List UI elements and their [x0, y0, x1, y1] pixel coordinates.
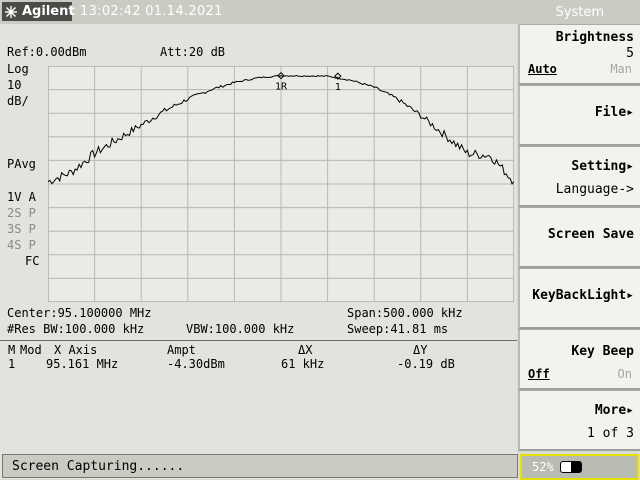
softkey-keybacklight-label: KeyBackLight▸	[532, 288, 634, 303]
softkey-setting-label: Setting▸	[571, 159, 634, 174]
col-m: M	[8, 343, 16, 357]
brightness-man-option[interactable]: Man	[610, 62, 632, 76]
softkey-screen-save[interactable]: Screen Save	[518, 207, 640, 268]
fc-indicator: FC	[25, 254, 40, 268]
brightness-value: 5	[626, 46, 634, 61]
ref-level: Ref:0.00dBm	[7, 45, 87, 59]
softkey-more-label: More▸	[594, 403, 634, 418]
row-1-ampt: -4.30dBm	[167, 357, 225, 371]
trace-3: 3S P	[7, 222, 36, 236]
softkey-keybacklight[interactable]: KeyBackLight▸	[518, 268, 640, 329]
sweep-time: Sweep:41.81 ms	[347, 322, 449, 336]
softkey-screen-save-label: Screen Save	[547, 227, 634, 242]
row-1-delta-y: -0.19 dB	[397, 357, 455, 371]
status-message: Screen Capturing......	[12, 459, 185, 474]
scale-unit: dB/	[7, 94, 29, 108]
language-submenu: Language->	[555, 182, 634, 197]
row-1-m: 1	[8, 357, 16, 371]
chevron-right-icon: ▸	[626, 288, 634, 303]
brand-logo: Agilent	[4, 2, 75, 21]
status-bar: Screen Capturing......	[2, 454, 518, 478]
col-mod: Mod	[20, 343, 42, 357]
vbw: VBW:100.000 kHz	[186, 322, 295, 336]
softkey-key-beep[interactable]: Key Beep Off On	[518, 329, 640, 390]
col-delta-x: ΔX	[298, 343, 313, 357]
attenuation: Att:20 dB	[160, 45, 226, 59]
trace-4: 4S P	[7, 238, 36, 252]
softkey-setting[interactable]: Setting▸ Language->	[518, 146, 640, 207]
agilent-spark-icon	[5, 5, 17, 18]
center-frequency: Center:95.100000 MHz	[7, 306, 152, 320]
battery-icon	[560, 461, 582, 473]
col-delta-y: ΔY	[413, 343, 428, 357]
softkey-key-beep-label: Key Beep	[571, 344, 634, 359]
row-1-x-axis: 95.161 MHz	[46, 357, 119, 371]
detector: PAvg	[7, 157, 36, 171]
chevron-right-icon: ▸	[626, 159, 634, 174]
battery-fill	[571, 462, 581, 472]
chevron-right-icon: ▸	[626, 403, 634, 418]
datetime: 13:02:42 01.14.2021	[80, 4, 223, 19]
col-x-axis: X Axis	[54, 343, 98, 357]
key-beep-off-option[interactable]: Off	[528, 367, 550, 381]
scale-type: Log	[7, 62, 29, 76]
softkey-brightness[interactable]: Brightness 5 Auto Man	[518, 24, 640, 85]
res-bw: #Res BW:100.000 kHz	[7, 322, 145, 336]
brightness-auto-option[interactable]: Auto	[528, 62, 557, 76]
menu-title: System	[555, 5, 604, 20]
trace-2: 2S P	[7, 206, 36, 220]
softkey-brightness-label: Brightness	[555, 30, 634, 45]
top-bar: Agilent 13:02:42 01.14.2021 System	[0, 0, 640, 24]
reference-marker-label: 1R	[275, 82, 288, 93]
trace-1: 1V A	[7, 190, 36, 204]
softkey-file-label: File▸	[594, 105, 634, 120]
span: Span:500.000 kHz	[347, 306, 463, 320]
softkey-file[interactable]: File▸	[518, 85, 640, 146]
softkey-more[interactable]: More▸ 1 of 3	[518, 390, 640, 451]
page-indicator: 1 of 3	[587, 426, 634, 441]
col-ampt: Ampt	[167, 343, 196, 357]
delta-marker-label: 1	[335, 82, 341, 93]
row-1-delta-x: 61 kHz	[281, 357, 325, 371]
chevron-right-icon: ▸	[626, 105, 634, 120]
marker-table-divider	[0, 340, 517, 341]
key-beep-on-option[interactable]: On	[618, 367, 632, 381]
brand-name: Agilent	[22, 4, 75, 19]
battery-indicator: 52%	[520, 454, 639, 480]
battery-percent: 52%	[532, 460, 554, 474]
scale-value: 10	[7, 78, 22, 92]
spectrum-plot: 1R 1	[48, 66, 514, 302]
